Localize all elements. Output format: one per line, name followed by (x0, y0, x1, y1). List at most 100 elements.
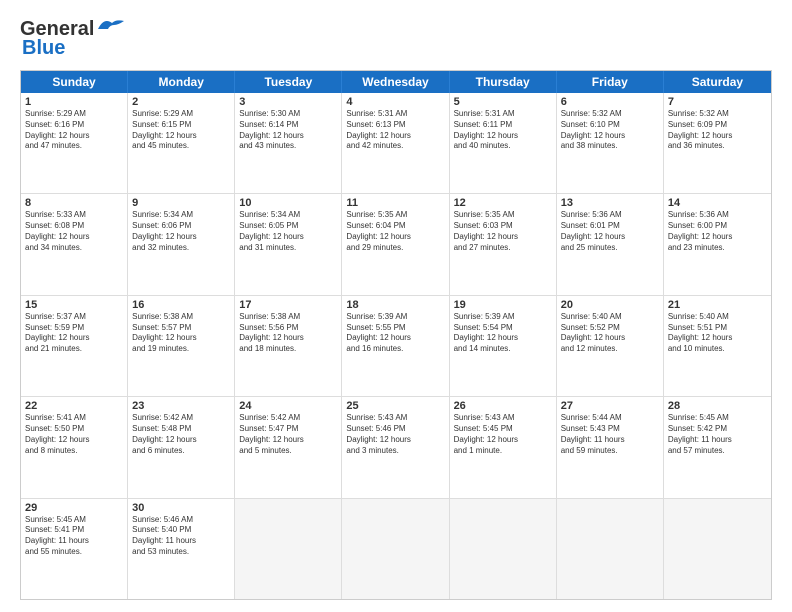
day-number: 10 (239, 197, 337, 209)
day-info: Sunrise: 5:42 AMSunset: 5:48 PMDaylight:… (132, 413, 230, 456)
day-number: 27 (561, 400, 659, 412)
calendar-cell-1: 1Sunrise: 5:29 AMSunset: 6:16 PMDaylight… (21, 93, 128, 193)
header: General Blue (20, 18, 772, 60)
day-number: 12 (454, 197, 552, 209)
calendar-cell-10: 10Sunrise: 5:34 AMSunset: 6:05 PMDayligh… (235, 194, 342, 294)
calendar-cell-12: 12Sunrise: 5:35 AMSunset: 6:03 PMDayligh… (450, 194, 557, 294)
day-info: Sunrise: 5:34 AMSunset: 6:06 PMDaylight:… (132, 210, 230, 253)
day-number: 15 (25, 299, 123, 311)
calendar-row-4: 22Sunrise: 5:41 AMSunset: 5:50 PMDayligh… (21, 397, 771, 498)
day-info: Sunrise: 5:30 AMSunset: 6:14 PMDaylight:… (239, 109, 337, 152)
day-number: 26 (454, 400, 552, 412)
calendar-cell-empty (450, 499, 557, 599)
day-number: 1 (25, 96, 123, 108)
day-number: 20 (561, 299, 659, 311)
day-number: 19 (454, 299, 552, 311)
calendar-cell-15: 15Sunrise: 5:37 AMSunset: 5:59 PMDayligh… (21, 296, 128, 396)
day-number: 9 (132, 197, 230, 209)
day-number: 23 (132, 400, 230, 412)
day-info: Sunrise: 5:40 AMSunset: 5:52 PMDaylight:… (561, 312, 659, 355)
calendar-cell-8: 8Sunrise: 5:33 AMSunset: 6:08 PMDaylight… (21, 194, 128, 294)
day-number: 30 (132, 502, 230, 514)
calendar-cell-21: 21Sunrise: 5:40 AMSunset: 5:51 PMDayligh… (664, 296, 771, 396)
day-number: 24 (239, 400, 337, 412)
day-number: 2 (132, 96, 230, 108)
header-day-tuesday: Tuesday (235, 71, 342, 93)
calendar-cell-6: 6Sunrise: 5:32 AMSunset: 6:10 PMDaylight… (557, 93, 664, 193)
calendar-header: SundayMondayTuesdayWednesdayThursdayFrid… (21, 71, 771, 93)
day-info: Sunrise: 5:37 AMSunset: 5:59 PMDaylight:… (25, 312, 123, 355)
calendar-cell-23: 23Sunrise: 5:42 AMSunset: 5:48 PMDayligh… (128, 397, 235, 497)
day-info: Sunrise: 5:31 AMSunset: 6:13 PMDaylight:… (346, 109, 444, 152)
day-number: 5 (454, 96, 552, 108)
calendar-cell-30: 30Sunrise: 5:46 AMSunset: 5:40 PMDayligh… (128, 499, 235, 599)
day-info: Sunrise: 5:41 AMSunset: 5:50 PMDaylight:… (25, 413, 123, 456)
calendar-body: 1Sunrise: 5:29 AMSunset: 6:16 PMDaylight… (21, 93, 771, 599)
day-info: Sunrise: 5:36 AMSunset: 6:01 PMDaylight:… (561, 210, 659, 253)
day-info: Sunrise: 5:35 AMSunset: 6:03 PMDaylight:… (454, 210, 552, 253)
calendar-cell-26: 26Sunrise: 5:43 AMSunset: 5:45 PMDayligh… (450, 397, 557, 497)
calendar-cell-27: 27Sunrise: 5:44 AMSunset: 5:43 PMDayligh… (557, 397, 664, 497)
header-day-monday: Monday (128, 71, 235, 93)
calendar-cell-24: 24Sunrise: 5:42 AMSunset: 5:47 PMDayligh… (235, 397, 342, 497)
calendar-cell-13: 13Sunrise: 5:36 AMSunset: 6:01 PMDayligh… (557, 194, 664, 294)
day-info: Sunrise: 5:45 AMSunset: 5:41 PMDaylight:… (25, 515, 123, 558)
day-number: 14 (668, 197, 767, 209)
calendar-cell-17: 17Sunrise: 5:38 AMSunset: 5:56 PMDayligh… (235, 296, 342, 396)
day-info: Sunrise: 5:45 AMSunset: 5:42 PMDaylight:… (668, 413, 767, 456)
header-day-wednesday: Wednesday (342, 71, 449, 93)
day-info: Sunrise: 5:35 AMSunset: 6:04 PMDaylight:… (346, 210, 444, 253)
day-info: Sunrise: 5:38 AMSunset: 5:56 PMDaylight:… (239, 312, 337, 355)
day-info: Sunrise: 5:46 AMSunset: 5:40 PMDaylight:… (132, 515, 230, 558)
calendar-cell-28: 28Sunrise: 5:45 AMSunset: 5:42 PMDayligh… (664, 397, 771, 497)
day-info: Sunrise: 5:31 AMSunset: 6:11 PMDaylight:… (454, 109, 552, 152)
calendar-cell-empty (664, 499, 771, 599)
day-number: 8 (25, 197, 123, 209)
calendar: SundayMondayTuesdayWednesdayThursdayFrid… (20, 70, 772, 600)
calendar-row-1: 1Sunrise: 5:29 AMSunset: 6:16 PMDaylight… (21, 93, 771, 194)
calendar-cell-29: 29Sunrise: 5:45 AMSunset: 5:41 PMDayligh… (21, 499, 128, 599)
day-info: Sunrise: 5:40 AMSunset: 5:51 PMDaylight:… (668, 312, 767, 355)
calendar-row-5: 29Sunrise: 5:45 AMSunset: 5:41 PMDayligh… (21, 499, 771, 599)
calendar-cell-14: 14Sunrise: 5:36 AMSunset: 6:00 PMDayligh… (664, 194, 771, 294)
day-number: 6 (561, 96, 659, 108)
day-number: 16 (132, 299, 230, 311)
day-number: 13 (561, 197, 659, 209)
calendar-cell-16: 16Sunrise: 5:38 AMSunset: 5:57 PMDayligh… (128, 296, 235, 396)
calendar-cell-3: 3Sunrise: 5:30 AMSunset: 6:14 PMDaylight… (235, 93, 342, 193)
day-info: Sunrise: 5:33 AMSunset: 6:08 PMDaylight:… (25, 210, 123, 253)
day-number: 11 (346, 197, 444, 209)
calendar-cell-22: 22Sunrise: 5:41 AMSunset: 5:50 PMDayligh… (21, 397, 128, 497)
calendar-row-2: 8Sunrise: 5:33 AMSunset: 6:08 PMDaylight… (21, 194, 771, 295)
calendar-cell-25: 25Sunrise: 5:43 AMSunset: 5:46 PMDayligh… (342, 397, 449, 497)
calendar-cell-20: 20Sunrise: 5:40 AMSunset: 5:52 PMDayligh… (557, 296, 664, 396)
logo-blue: Blue (22, 37, 65, 60)
day-info: Sunrise: 5:29 AMSunset: 6:16 PMDaylight:… (25, 109, 123, 152)
day-number: 29 (25, 502, 123, 514)
day-info: Sunrise: 5:43 AMSunset: 5:45 PMDaylight:… (454, 413, 552, 456)
day-number: 22 (25, 400, 123, 412)
day-number: 4 (346, 96, 444, 108)
day-info: Sunrise: 5:32 AMSunset: 6:09 PMDaylight:… (668, 109, 767, 152)
day-number: 28 (668, 400, 767, 412)
calendar-cell-empty (557, 499, 664, 599)
day-number: 25 (346, 400, 444, 412)
day-number: 18 (346, 299, 444, 311)
day-number: 17 (239, 299, 337, 311)
logo: General Blue (20, 18, 126, 60)
calendar-cell-5: 5Sunrise: 5:31 AMSunset: 6:11 PMDaylight… (450, 93, 557, 193)
day-info: Sunrise: 5:43 AMSunset: 5:46 PMDaylight:… (346, 413, 444, 456)
day-info: Sunrise: 5:42 AMSunset: 5:47 PMDaylight:… (239, 413, 337, 456)
day-number: 7 (668, 96, 767, 108)
header-day-thursday: Thursday (450, 71, 557, 93)
day-info: Sunrise: 5:32 AMSunset: 6:10 PMDaylight:… (561, 109, 659, 152)
logo-bird-icon (96, 15, 126, 37)
day-number: 3 (239, 96, 337, 108)
calendar-cell-empty (235, 499, 342, 599)
calendar-cell-11: 11Sunrise: 5:35 AMSunset: 6:04 PMDayligh… (342, 194, 449, 294)
day-info: Sunrise: 5:29 AMSunset: 6:15 PMDaylight:… (132, 109, 230, 152)
calendar-cell-9: 9Sunrise: 5:34 AMSunset: 6:06 PMDaylight… (128, 194, 235, 294)
calendar-cell-empty (342, 499, 449, 599)
calendar-cell-2: 2Sunrise: 5:29 AMSunset: 6:15 PMDaylight… (128, 93, 235, 193)
day-info: Sunrise: 5:44 AMSunset: 5:43 PMDaylight:… (561, 413, 659, 456)
